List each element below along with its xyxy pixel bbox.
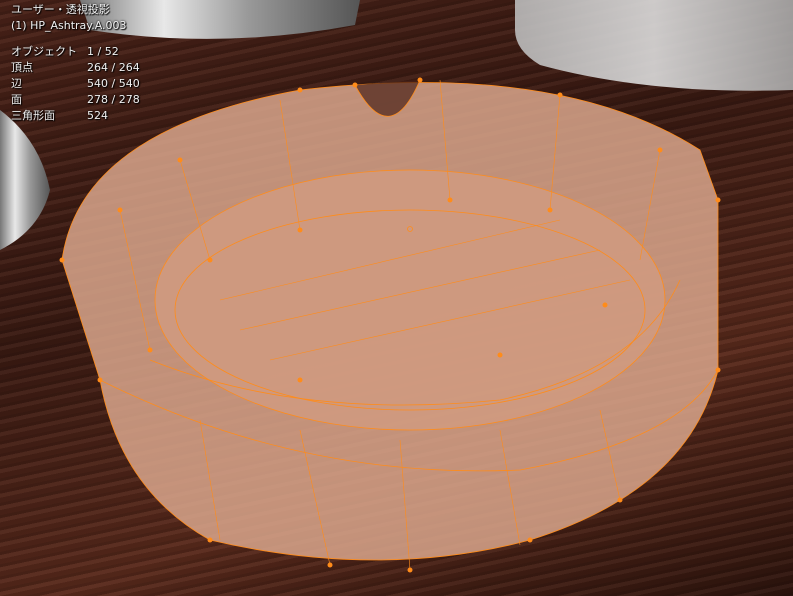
stat-faces: 面 278 / 278 bbox=[11, 92, 140, 108]
stat-label: オブジェクト bbox=[11, 45, 77, 58]
stat-label: 面 bbox=[11, 93, 22, 106]
viewport-overlay: ユーザー・透視投影 (1) HP_Ashtray.A.003 オブジェクト 1 /… bbox=[11, 2, 140, 124]
stat-label: 頂点 bbox=[11, 61, 33, 74]
stat-triangles: 三角形面 524 bbox=[11, 108, 140, 124]
stat-vertices: 頂点 264 / 264 bbox=[11, 60, 140, 76]
object-name: (1) HP_Ashtray.A.003 bbox=[11, 19, 127, 32]
glass-object-left bbox=[0, 110, 50, 250]
view-name: ユーザー・透視投影 bbox=[11, 3, 110, 16]
glass-object-right bbox=[515, 0, 793, 91]
stat-value: 540 / 540 bbox=[87, 77, 140, 90]
stat-value: 264 / 264 bbox=[87, 61, 140, 74]
stat-edges: 辺 540 / 540 bbox=[11, 76, 140, 92]
ashtray-mesh[interactable] bbox=[59, 77, 721, 573]
stat-value: 524 bbox=[87, 109, 108, 122]
stat-objects: オブジェクト 1 / 52 bbox=[11, 44, 140, 60]
stat-value: 278 / 278 bbox=[87, 93, 140, 106]
stat-label: 辺 bbox=[11, 77, 22, 90]
stat-label: 三角形面 bbox=[11, 109, 55, 122]
stat-value: 1 / 52 bbox=[87, 45, 119, 58]
